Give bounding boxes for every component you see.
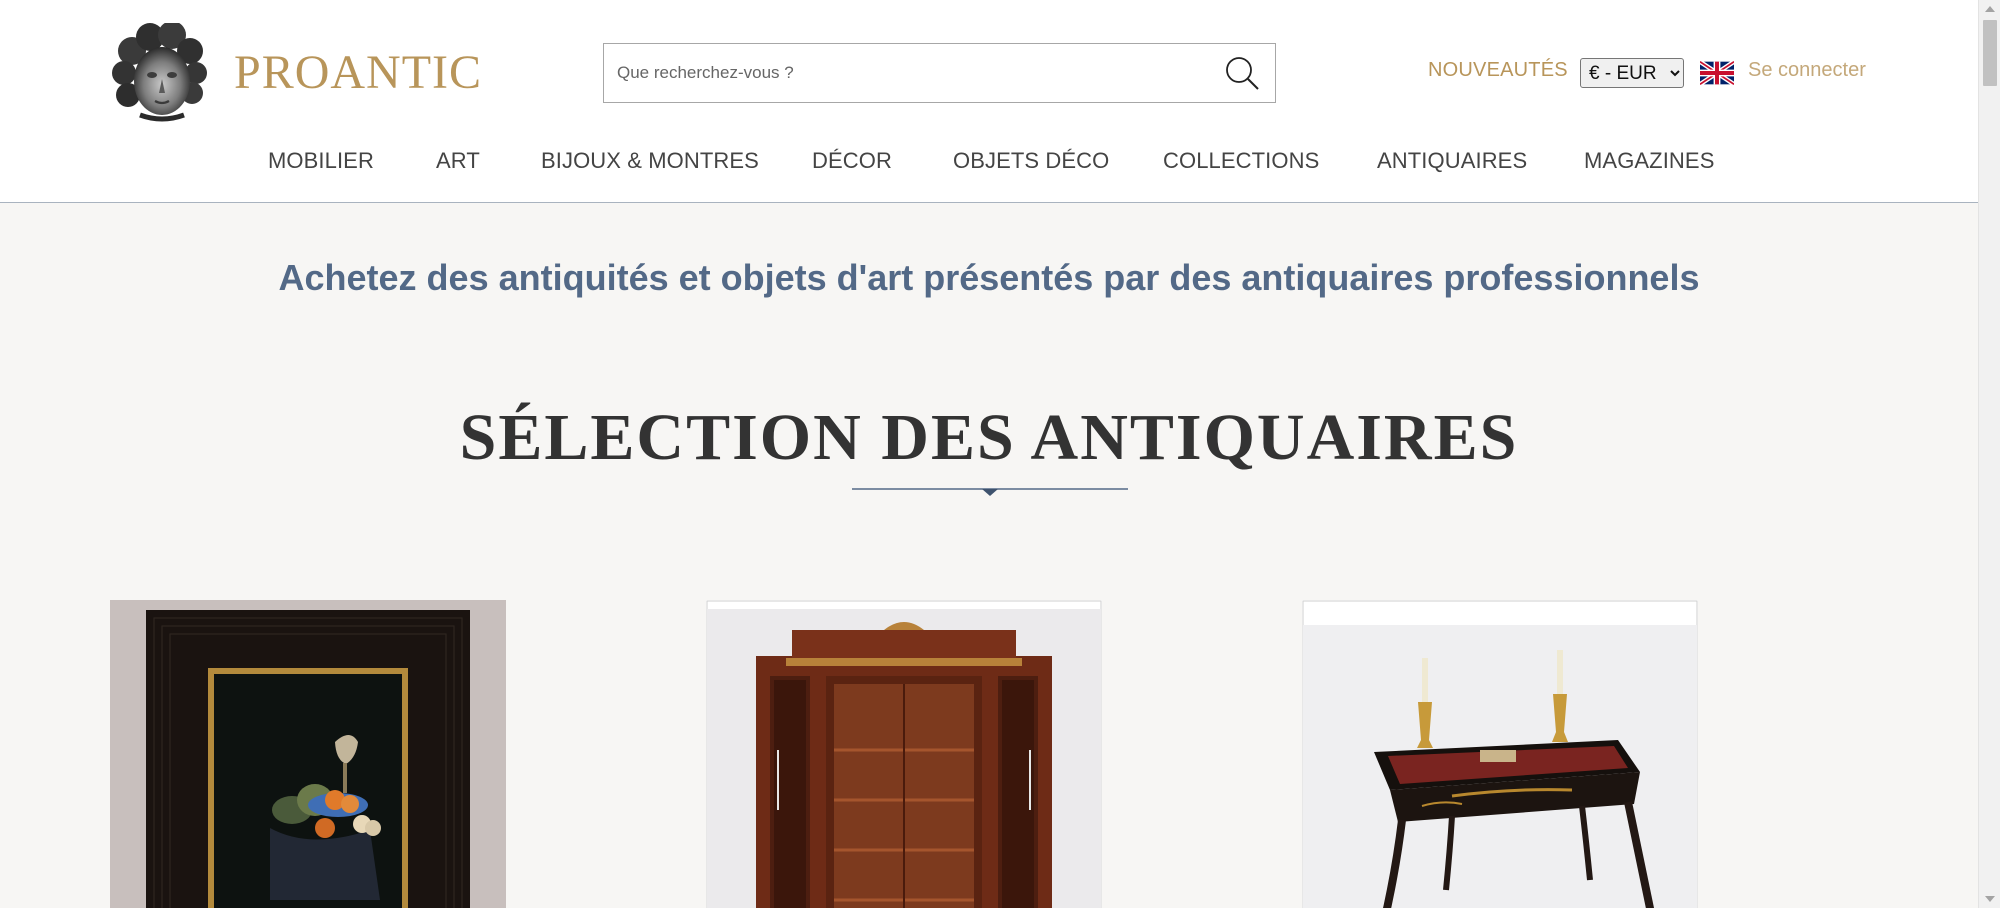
search-bar (603, 43, 1276, 103)
product-card-painting[interactable] (110, 600, 506, 908)
logo-text: PROANTIC (234, 46, 483, 99)
product-image-boulle-desk (1302, 600, 1698, 908)
nav-item-art[interactable]: ART (436, 148, 480, 174)
product-image-still-life-painting (110, 600, 506, 908)
nav-item-mobilier[interactable]: MOBILIER (268, 148, 374, 174)
product-card-desk[interactable] (1302, 600, 1698, 908)
site-header: PROANTIC NOUVEAUTÉS € - EUR Se connecter… (0, 0, 1978, 203)
main-nav: MOBILIER ART BIJOUX & MONTRES DÉCOR OBJE… (0, 148, 1978, 178)
scrollbar-thumb[interactable] (1983, 20, 1997, 86)
tagline: Achetez des antiquités et objets d'art p… (278, 257, 1700, 298)
product-image-mahogany-vitrine (706, 600, 1102, 908)
cherub-head-logo-icon (112, 22, 207, 121)
nav-item-antiquaires[interactable]: ANTIQUAIRES (1377, 148, 1527, 174)
section-title: SÉLECTION DES ANTIQUAIRES (459, 401, 1519, 474)
currency-select[interactable]: € - EUR (1580, 58, 1684, 88)
login-link[interactable]: Se connecter (1748, 59, 1866, 82)
nav-item-decor[interactable]: DÉCOR (812, 148, 892, 174)
new-arrivals-link[interactable]: NOUVEAUTÉS (1428, 59, 1568, 82)
logo-link[interactable]: PROANTIC (110, 20, 485, 125)
nav-item-objets-deco[interactable]: OBJETS DÉCO (953, 148, 1109, 174)
search-icon[interactable] (1223, 54, 1261, 92)
scroll-down-arrow-icon[interactable] (1985, 896, 1995, 902)
uk-flag-icon[interactable] (1700, 60, 1734, 86)
nav-item-bijoux-montres[interactable]: BIJOUX & MONTRES (541, 148, 759, 174)
nav-item-magazines[interactable]: MAGAZINES (1584, 148, 1714, 174)
nav-item-collections[interactable]: COLLECTIONS (1163, 148, 1319, 174)
page-scrollbar[interactable] (1978, 0, 2000, 908)
title-divider (852, 488, 1128, 496)
product-card-cabinet[interactable] (706, 600, 1102, 908)
scroll-up-arrow-icon[interactable] (1985, 6, 1995, 12)
search-input[interactable] (604, 44, 1204, 102)
